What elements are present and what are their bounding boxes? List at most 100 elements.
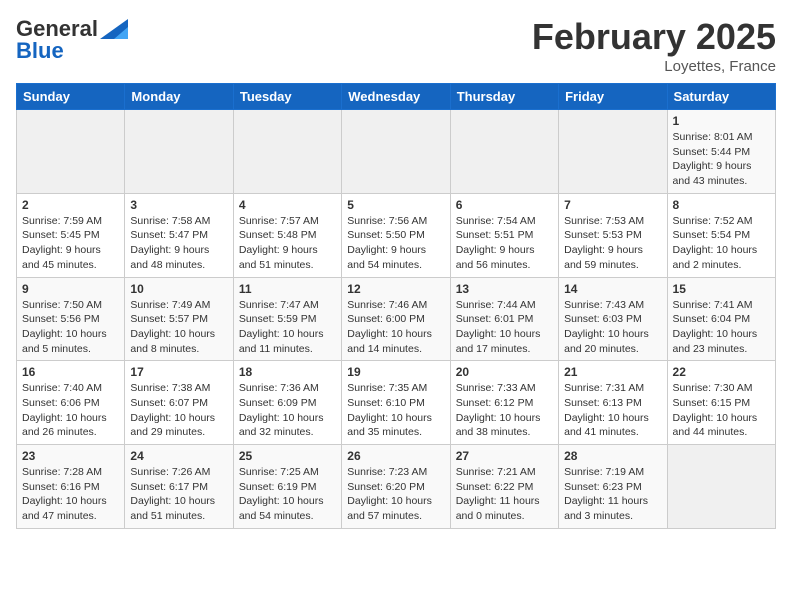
calendar-header-tuesday: Tuesday [233,84,341,110]
day-info: Sunrise: 7:59 AM Sunset: 5:45 PM Dayligh… [22,214,119,273]
day-number: 2 [22,198,119,212]
day-number: 22 [673,365,770,379]
day-info: Sunrise: 7:58 AM Sunset: 5:47 PM Dayligh… [130,214,227,273]
calendar-cell: 17Sunrise: 7:38 AM Sunset: 6:07 PM Dayli… [125,361,233,445]
day-info: Sunrise: 7:38 AM Sunset: 6:07 PM Dayligh… [130,381,227,440]
calendar-cell: 5 Sunrise: 7:56 AM Sunset: 5:50 PM Daylig… [342,193,450,277]
day-number: 14 [564,282,661,296]
calendar-header-saturday: Saturday [667,84,775,110]
calendar-week-row: 23 Sunrise: 7:28 AM Sunset: 6:16 PM Dayli… [17,445,776,529]
day-number: 6 [456,198,553,212]
calendar-cell: 7 Sunrise: 7:53 AM Sunset: 5:53 PM Daylig… [559,193,667,277]
day-info: Sunrise: 7:28 AM Sunset: 6:16 PM Dayligh… [22,465,119,524]
calendar-cell: 20 Sunrise: 7:33 AM Sunset: 6:12 PM Dayli… [450,361,558,445]
calendar-cell: 22 Sunrise: 7:30 AM Sunset: 6:15 PM Dayli… [667,361,775,445]
page-header: General Blue February 2025 Loyettes, Fra… [16,16,776,75]
calendar-cell: 10Sunrise: 7:49 AM Sunset: 5:57 PM Dayli… [125,277,233,361]
day-number: 1 [673,114,770,128]
calendar-header-wednesday: Wednesday [342,84,450,110]
day-info: Sunrise: 7:35 AM Sunset: 6:10 PM Dayligh… [347,381,444,440]
calendar-cell: 26 Sunrise: 7:23 AM Sunset: 6:20 PM Dayli… [342,445,450,529]
day-info: Sunrise: 7:36 AM Sunset: 6:09 PM Dayligh… [239,381,336,440]
day-number: 21 [564,365,661,379]
day-info: Sunrise: 7:33 AM Sunset: 6:12 PM Dayligh… [456,381,553,440]
day-number: 4 [239,198,336,212]
day-number: 7 [564,198,661,212]
logo: General Blue [16,16,128,64]
calendar-header-row: SundayMondayTuesdayWednesdayThursdayFrid… [17,84,776,110]
day-number: 13 [456,282,553,296]
day-number: 26 [347,449,444,463]
calendar-cell: 8 Sunrise: 7:52 AM Sunset: 5:54 PM Daylig… [667,193,775,277]
calendar-cell: 6 Sunrise: 7:54 AM Sunset: 5:51 PM Daylig… [450,193,558,277]
day-info: Sunrise: 7:43 AM Sunset: 6:03 PM Dayligh… [564,298,661,357]
day-info: Sunrise: 7:49 AM Sunset: 5:57 PM Dayligh… [130,298,227,357]
logo-blue-text: Blue [16,38,64,64]
day-info: Sunrise: 7:23 AM Sunset: 6:20 PM Dayligh… [347,465,444,524]
calendar-cell [450,110,558,194]
calendar-cell: 15 Sunrise: 7:41 AM Sunset: 6:04 PM Dayli… [667,277,775,361]
day-info: Sunrise: 7:46 AM Sunset: 6:00 PM Dayligh… [347,298,444,357]
day-info: Sunrise: 7:26 AM Sunset: 6:17 PM Dayligh… [130,465,227,524]
day-info: Sunrise: 7:56 AM Sunset: 5:50 PM Dayligh… [347,214,444,273]
calendar-cell: 27 Sunrise: 7:21 AM Sunset: 6:22 PM Dayli… [450,445,558,529]
day-info: Sunrise: 7:19 AM Sunset: 6:23 PM Dayligh… [564,465,661,524]
day-info: Sunrise: 7:40 AM Sunset: 6:06 PM Dayligh… [22,381,119,440]
calendar-cell: 16 Sunrise: 7:40 AM Sunset: 6:06 PM Dayli… [17,361,125,445]
day-info: Sunrise: 7:31 AM Sunset: 6:13 PM Dayligh… [564,381,661,440]
day-info: Sunrise: 7:57 AM Sunset: 5:48 PM Dayligh… [239,214,336,273]
day-info: Sunrise: 7:21 AM Sunset: 6:22 PM Dayligh… [456,465,553,524]
calendar-cell: 3Sunrise: 7:58 AM Sunset: 5:47 PM Daylig… [125,193,233,277]
calendar-cell: 13Sunrise: 7:44 AM Sunset: 6:01 PM Dayli… [450,277,558,361]
title-block: February 2025 Loyettes, France [532,16,776,75]
day-info: Sunrise: 7:30 AM Sunset: 6:15 PM Dayligh… [673,381,770,440]
day-number: 18 [239,365,336,379]
calendar-week-row: 9Sunrise: 7:50 AM Sunset: 5:56 PM Daylig… [17,277,776,361]
day-number: 16 [22,365,119,379]
day-info: Sunrise: 7:52 AM Sunset: 5:54 PM Dayligh… [673,214,770,273]
calendar-cell: 25 Sunrise: 7:25 AM Sunset: 6:19 PM Dayli… [233,445,341,529]
calendar-cell: 4 Sunrise: 7:57 AM Sunset: 5:48 PM Daylig… [233,193,341,277]
month-title: February 2025 [532,16,776,58]
calendar-cell [342,110,450,194]
calendar-table: SundayMondayTuesdayWednesdayThursdayFrid… [16,83,776,529]
calendar-cell: 14 Sunrise: 7:43 AM Sunset: 6:03 PM Dayli… [559,277,667,361]
calendar-cell: 11Sunrise: 7:47 AM Sunset: 5:59 PM Dayli… [233,277,341,361]
calendar-cell: 2 Sunrise: 7:59 AM Sunset: 5:45 PM Daylig… [17,193,125,277]
calendar-cell: 19 Sunrise: 7:35 AM Sunset: 6:10 PM Dayli… [342,361,450,445]
day-info: Sunrise: 7:54 AM Sunset: 5:51 PM Dayligh… [456,214,553,273]
calendar-cell: 9Sunrise: 7:50 AM Sunset: 5:56 PM Daylig… [17,277,125,361]
calendar-cell: 21 Sunrise: 7:31 AM Sunset: 6:13 PM Dayli… [559,361,667,445]
day-number: 27 [456,449,553,463]
location: Loyettes, France [532,58,776,75]
day-number: 24 [130,449,227,463]
calendar-cell: 28 Sunrise: 7:19 AM Sunset: 6:23 PM Dayli… [559,445,667,529]
calendar-cell [667,445,775,529]
day-info: Sunrise: 7:25 AM Sunset: 6:19 PM Dayligh… [239,465,336,524]
calendar-cell: 24 Sunrise: 7:26 AM Sunset: 6:17 PM Dayli… [125,445,233,529]
calendar-cell: 12 Sunrise: 7:46 AM Sunset: 6:00 PM Dayli… [342,277,450,361]
calendar-header-friday: Friday [559,84,667,110]
day-info: Sunrise: 7:41 AM Sunset: 6:04 PM Dayligh… [673,298,770,357]
day-info: Sunrise: 7:53 AM Sunset: 5:53 PM Dayligh… [564,214,661,273]
day-number: 20 [456,365,553,379]
calendar-cell [233,110,341,194]
day-number: 15 [673,282,770,296]
day-number: 25 [239,449,336,463]
calendar-header-sunday: Sunday [17,84,125,110]
calendar-cell: 1 Sunrise: 8:01 AM Sunset: 5:44 PM Daylig… [667,110,775,194]
day-number: 5 [347,198,444,212]
day-number: 11 [239,282,336,296]
calendar-week-row: 2 Sunrise: 7:59 AM Sunset: 5:45 PM Daylig… [17,193,776,277]
day-number: 19 [347,365,444,379]
day-number: 8 [673,198,770,212]
day-info: Sunrise: 7:50 AM Sunset: 5:56 PM Dayligh… [22,298,119,357]
day-number: 12 [347,282,444,296]
day-number: 28 [564,449,661,463]
calendar-week-row: 1 Sunrise: 8:01 AM Sunset: 5:44 PM Daylig… [17,110,776,194]
calendar-week-row: 16 Sunrise: 7:40 AM Sunset: 6:06 PM Dayli… [17,361,776,445]
day-info: Sunrise: 8:01 AM Sunset: 5:44 PM Dayligh… [673,130,770,189]
calendar-cell [125,110,233,194]
logo-icon [100,19,128,39]
day-number: 23 [22,449,119,463]
